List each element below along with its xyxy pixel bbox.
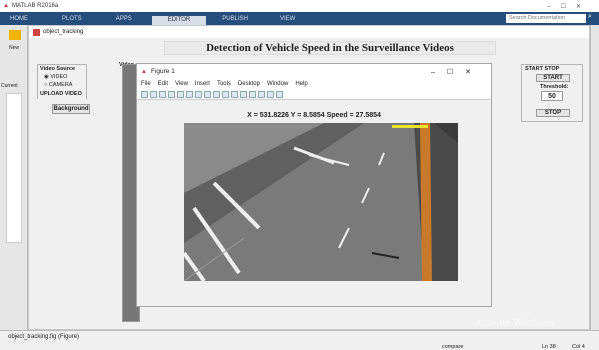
matlab-titlebar: ▲ MATLAB R2016a –☐✕ bbox=[0, 0, 599, 12]
radio-camera[interactable]: ○ CAMERA bbox=[44, 82, 72, 88]
menu-insert[interactable]: Insert bbox=[195, 81, 210, 87]
menu-edit[interactable]: Edit bbox=[158, 81, 168, 87]
threshold-input[interactable]: 50 bbox=[541, 91, 563, 101]
window-controls[interactable]: –☐✕ bbox=[547, 3, 591, 10]
start-stop-panel: START STOP START Threshold: 50 STOP bbox=[521, 64, 583, 122]
radio-video-label: VIDEO bbox=[50, 74, 68, 80]
radio-video[interactable]: ◉ VIDEO bbox=[44, 74, 67, 80]
ribbon-tab-apps[interactable]: APPS bbox=[106, 16, 142, 22]
figure-window-controls[interactable]: –☐✕ bbox=[431, 68, 483, 76]
rotate-icon[interactable] bbox=[213, 90, 220, 98]
menu-file[interactable]: File bbox=[141, 81, 151, 87]
pan-icon[interactable] bbox=[204, 90, 211, 98]
ribbon-tab-editor[interactable]: EDITOR bbox=[151, 16, 207, 25]
print-icon[interactable] bbox=[168, 90, 175, 98]
app-titlebar: object_tracking bbox=[29, 26, 589, 38]
brush-icon[interactable] bbox=[231, 90, 238, 98]
zoom-out-icon[interactable] bbox=[195, 90, 202, 98]
save-icon[interactable] bbox=[159, 90, 166, 98]
open-icon[interactable] bbox=[150, 90, 157, 98]
radio-selected-icon: ◉ bbox=[44, 74, 49, 80]
new-icon[interactable] bbox=[9, 30, 21, 40]
file-tree[interactable] bbox=[6, 93, 22, 243]
radio-camera-label: CAMERA bbox=[48, 82, 73, 88]
page-title: Detection of Vehicle Speed in the Survei… bbox=[164, 41, 496, 55]
radio-unselected-icon: ○ bbox=[44, 82, 48, 88]
menu-desktop[interactable]: Desktop bbox=[238, 81, 260, 87]
status-line: Ln 38 bbox=[542, 344, 556, 350]
right-pane bbox=[590, 25, 599, 330]
start-stop-label: START STOP bbox=[525, 66, 560, 72]
search-documentation-input[interactable]: Search Documentation bbox=[506, 14, 586, 23]
legend-icon[interactable] bbox=[258, 90, 265, 98]
figure-title: Figure 1 bbox=[151, 68, 175, 75]
zoom-in-icon[interactable] bbox=[186, 90, 193, 98]
status-bar: object_tracking.fig (Figure) compare Ln … bbox=[0, 330, 599, 350]
new-figure-icon[interactable] bbox=[141, 90, 148, 98]
search-icon[interactable]: ⌕ bbox=[588, 13, 592, 21]
ribbon-tab-publish[interactable]: PUBLISH bbox=[206, 16, 264, 22]
current-folder-label: Current bbox=[1, 83, 18, 89]
video-frame bbox=[184, 123, 458, 281]
stop-button[interactable]: STOP bbox=[536, 109, 570, 117]
threshold-label: Threshold: bbox=[540, 84, 569, 90]
matlab-ribbon: HOME PLOTS APPS EDITOR PUBLISH VIEW Sear… bbox=[0, 12, 599, 25]
ribbon-tab-view[interactable]: VIEW bbox=[264, 16, 311, 22]
tracking-box bbox=[392, 125, 428, 128]
data-cursor-icon[interactable] bbox=[222, 90, 229, 98]
menu-help[interactable]: Help bbox=[295, 81, 307, 87]
file-tab[interactable]: object_tracking.fig (Figure) bbox=[8, 334, 79, 340]
matlab-logo-icon: ▲ bbox=[3, 3, 9, 9]
figure-window: ▲ Figure 1 –☐✕ File Edit View Insert Too… bbox=[136, 63, 492, 307]
menu-window[interactable]: Window bbox=[267, 81, 288, 87]
menu-view[interactable]: View bbox=[175, 81, 188, 87]
start-button[interactable]: START bbox=[536, 74, 570, 82]
figure-menubar: File Edit View Insert Tools Desktop Wind… bbox=[137, 79, 491, 89]
matlab-left-strip: New Current bbox=[0, 25, 28, 335]
link-icon[interactable] bbox=[240, 90, 247, 98]
road-scene-image bbox=[184, 123, 458, 281]
app-title: object_tracking bbox=[43, 29, 84, 35]
ribbon-tab-home[interactable]: HOME bbox=[0, 16, 38, 22]
matlab-window-title: MATLAB R2016a bbox=[11, 3, 59, 9]
pointer-icon[interactable] bbox=[177, 90, 184, 98]
figure-icon bbox=[33, 28, 40, 36]
video-source-label: Video Source bbox=[40, 66, 76, 72]
new-label: New bbox=[9, 45, 20, 51]
figure-toolbar bbox=[137, 89, 491, 100]
status-function: compare bbox=[442, 344, 464, 350]
background-button[interactable]: Background bbox=[52, 104, 90, 114]
show-tools-icon[interactable] bbox=[276, 90, 283, 98]
upload-video-label: UPLOAD VIDEO bbox=[40, 91, 82, 97]
colorbar-icon[interactable] bbox=[249, 90, 256, 98]
hide-tools-icon[interactable] bbox=[267, 90, 274, 98]
menu-tools[interactable]: Tools bbox=[217, 81, 231, 87]
ribbon-tab-plots[interactable]: PLOTS bbox=[52, 16, 92, 22]
figure-logo-icon: ▲ bbox=[141, 68, 147, 75]
figure-titlebar: ▲ Figure 1 –☐✕ bbox=[137, 64, 491, 79]
activate-windows-watermark: Activate Windows bbox=[475, 318, 554, 329]
speed-readout: X = 531.8226 Y = 8.5854 Speed = 27.5854 bbox=[247, 112, 381, 119]
status-col: Col 4 bbox=[572, 344, 585, 350]
